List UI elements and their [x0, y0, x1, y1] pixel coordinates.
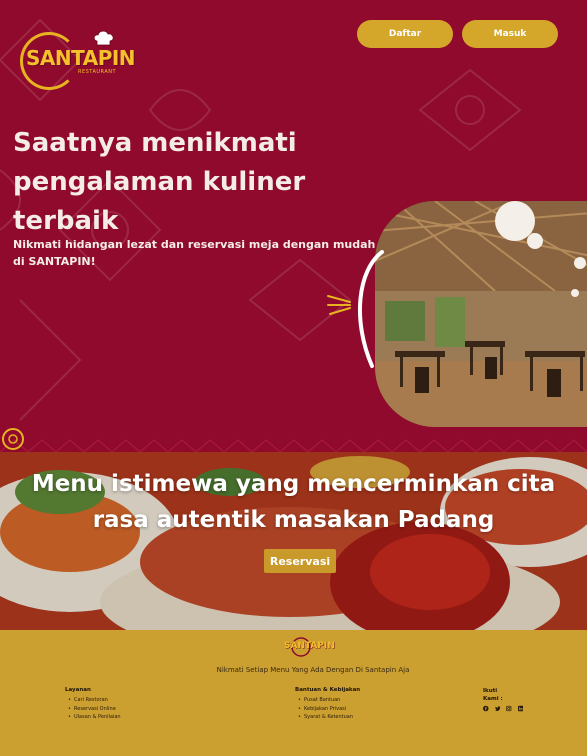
hero-description: Nikmati hidangan lezat dan reservasi mej…	[13, 238, 376, 268]
daftar-button[interactable]: Daftar	[357, 20, 453, 48]
footer-link-cari-restoran[interactable]: Cari Restoran	[65, 696, 121, 705]
banner-title: Menu istimewa yang mencerminkan cita ras…	[31, 471, 556, 533]
facebook-icon[interactable]	[483, 705, 489, 712]
masuk-button[interactable]: Masuk	[462, 20, 558, 48]
footer-tagline: Nikmati Setiap Menu Yang Ada Dengan Di S…	[216, 666, 410, 674]
zigzag-border-decoration	[0, 438, 587, 452]
footer-logo[interactable]: SANTAPIN	[282, 636, 335, 662]
linkedin-icon[interactable]	[517, 705, 524, 712]
logo-text: SANTAPIN	[26, 46, 136, 70]
footer-bantuan-column: Bantuan & Kebijakan Pusat Bantuan Kebija…	[295, 687, 360, 722]
hero-title: Saatnya menikmati pengalaman kuliner ter…	[13, 128, 306, 236]
twitter-icon[interactable]	[494, 705, 501, 712]
footer-link-pusat-bantuan[interactable]: Pusat Bantuan	[295, 696, 360, 705]
brush-curve-decoration	[357, 250, 384, 368]
instagram-icon[interactable]	[506, 705, 512, 712]
footer-link-kebijakan-privasi[interactable]: Kebijakan Privasi	[295, 705, 360, 714]
ikuti-title: Ikuti Kami :	[483, 688, 503, 702]
spark-lines-icon	[327, 295, 351, 315]
footer-logo-text: SANTAPIN	[284, 641, 335, 651]
restaurant-interior-image	[375, 201, 587, 427]
footer-layanan-column: Layanan Cari Restoran Reservasi Online U…	[65, 687, 121, 722]
footer-link-syarat-ketentuan[interactable]: Syarat & Ketentuan	[295, 713, 360, 722]
reservasi-button[interactable]: Reservasi	[264, 549, 336, 573]
footer-link-reservasi-online[interactable]: Reservasi Online	[65, 705, 121, 714]
footer-link-ulasan[interactable]: Ulasan & Penilaian	[65, 713, 121, 722]
bantuan-title: Bantuan & Kebijakan	[295, 687, 361, 693]
chef-hat-icon	[93, 30, 114, 46]
footer: SANTAPIN Nikmati Setiap Menu Yang Ada De…	[0, 630, 587, 756]
footer-ikuti-column: Ikuti Kami :	[483, 687, 523, 712]
layanan-title: Layanan	[65, 687, 91, 693]
santapin-logo[interactable]: SANTAPIN RESTAURANT	[20, 30, 136, 92]
hero-section: SANTAPIN RESTAURANT Daftar Masuk Saatnya…	[0, 0, 587, 452]
menu-banner: Menu istimewa yang mencerminkan cita ras…	[0, 452, 587, 630]
flower-ornament-icon	[2, 428, 24, 450]
logo-subtext: RESTAURANT	[78, 69, 117, 75]
